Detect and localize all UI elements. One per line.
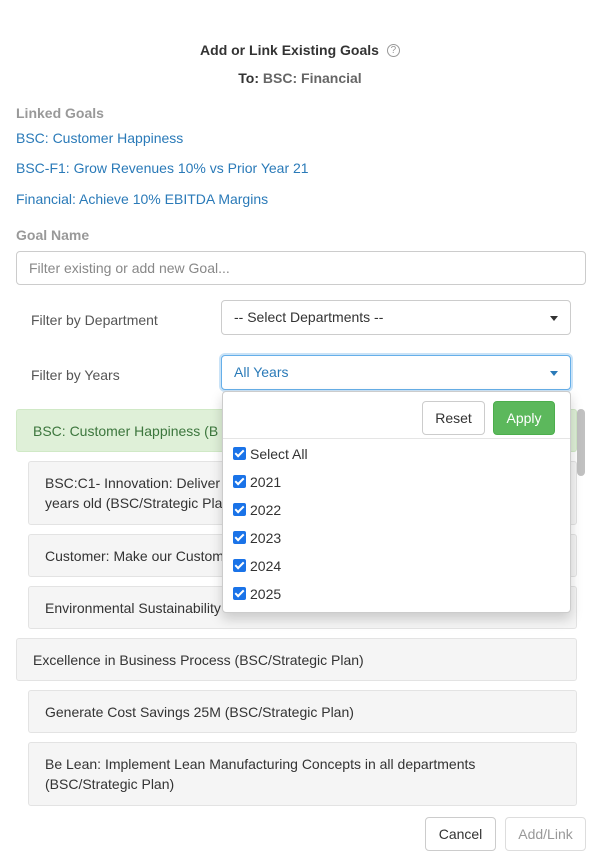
apply-button[interactable]: Apply — [493, 401, 555, 435]
years-select-value: All Years — [234, 364, 289, 380]
caret-down-icon — [550, 371, 558, 376]
years-filter-label: Filter by Years — [31, 367, 120, 383]
dropdown-actions: Reset Apply — [223, 392, 570, 439]
goal-name-input[interactable] — [16, 251, 586, 285]
linked-goal-link[interactable]: Financial: Achieve 10% EBITDA Margins — [16, 191, 268, 207]
add-link-button[interactable]: Add/Link — [505, 817, 586, 851]
to-target: BSC: Financial — [262, 70, 362, 86]
department-select-value: -- Select Departments -- — [234, 309, 384, 325]
dialog-title: Add or Link Existing Goals? — [0, 42, 600, 58]
option-label: Select All — [250, 446, 308, 462]
checkbox-checked-icon[interactable] — [233, 446, 246, 460]
reset-button[interactable]: Reset — [422, 401, 485, 435]
linked-goal-link[interactable]: BSC-F1: Grow Revenues 10% vs Prior Year … — [16, 160, 309, 176]
checkbox-checked-icon[interactable] — [233, 586, 246, 600]
option-label: 2023 — [250, 530, 282, 546]
checkbox-checked-icon[interactable] — [233, 558, 246, 572]
years-dropdown-menu: Reset Apply Select All 2021 2022 2023 20… — [222, 391, 571, 613]
caret-down-icon — [550, 316, 558, 321]
list-item[interactable]: Be Lean: Implement Lean Manufacturing Co… — [28, 742, 577, 806]
goal-name-label: Goal Name — [16, 227, 90, 243]
department-select[interactable]: -- Select Departments -- — [221, 300, 571, 335]
department-filter-label: Filter by Department — [31, 312, 158, 328]
cancel-button[interactable]: Cancel — [425, 817, 496, 851]
scrollbar-thumb[interactable] — [577, 409, 585, 476]
years-select[interactable]: All Years — [221, 355, 571, 390]
year-option[interactable]: 2025 — [233, 586, 281, 602]
dialog-subtitle: To: BSC: Financial — [0, 70, 600, 86]
option-label: 2024 — [250, 558, 282, 574]
linked-goals-label: Linked Goals — [16, 105, 104, 121]
checkbox-checked-icon[interactable] — [233, 530, 246, 544]
help-icon[interactable]: ? — [386, 43, 400, 57]
year-option[interactable]: 2023 — [233, 530, 281, 546]
checkbox-checked-icon[interactable] — [233, 502, 246, 516]
dialog-title-text: Add or Link Existing Goals — [200, 42, 379, 58]
year-option[interactable]: 2024 — [233, 558, 281, 574]
select-all-option[interactable]: Select All — [233, 446, 308, 462]
year-option[interactable]: 2021 — [233, 474, 281, 490]
linked-goal-link[interactable]: BSC: Customer Happiness — [16, 130, 183, 146]
to-prefix: To: — [238, 70, 260, 86]
option-label: 2025 — [250, 586, 282, 602]
year-option[interactable]: 2022 — [233, 502, 281, 518]
option-label: 2021 — [250, 474, 282, 490]
list-item[interactable]: Generate Cost Savings 25M (BSC/Strategic… — [28, 690, 577, 733]
option-label: 2022 — [250, 502, 282, 518]
list-item[interactable]: Excellence in Business Process (BSC/Stra… — [16, 638, 577, 681]
checkbox-checked-icon[interactable] — [233, 474, 246, 488]
